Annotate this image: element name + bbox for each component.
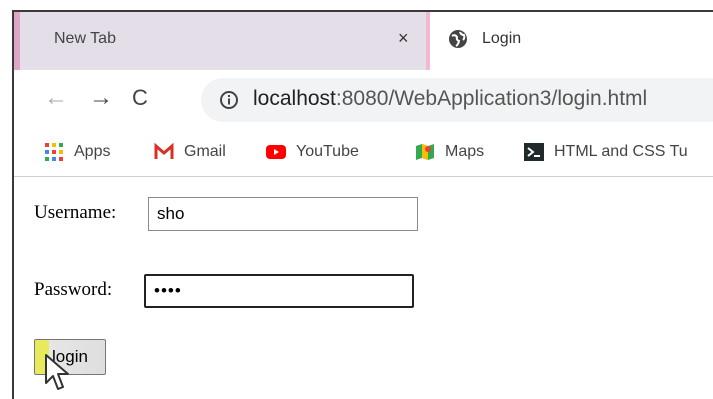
tab-title: New Tab — [54, 30, 116, 47]
url-text[interactable]: localhost:8080/WebApplication3/login.htm… — [253, 87, 647, 111]
close-tab-icon[interactable]: × — [398, 28, 409, 49]
youtube-icon — [266, 145, 286, 159]
bookmark-label: Maps — [445, 143, 485, 160]
bookmark-label: YouTube — [296, 143, 359, 160]
url-path: :8080/WebApplication3/login.html — [335, 87, 648, 110]
terminal-icon — [524, 143, 544, 161]
bookmark-maps[interactable]: Maps — [415, 142, 484, 162]
bookmark-apps[interactable]: Apps — [44, 142, 110, 162]
bookmark-label: HTML and CSS Tu — [554, 143, 688, 160]
reload-button[interactable]: C — [132, 84, 148, 112]
browser-toolbar: ← → C localhost:8080/WebApplication3/log… — [14, 70, 713, 130]
password-label: Password: — [34, 279, 113, 300]
bookmarks-bar: Apps Gmail YouTube Maps HTML and CSS Tu — [14, 130, 713, 177]
bookmark-label: Gmail — [184, 143, 226, 160]
bookmark-label: Apps — [74, 143, 111, 160]
info-icon[interactable] — [219, 90, 239, 110]
bookmark-youtube[interactable]: YouTube — [266, 142, 359, 162]
back-button[interactable]: ← — [44, 84, 68, 112]
forward-button[interactable]: → — [89, 84, 113, 112]
maps-icon — [416, 144, 434, 160]
username-input[interactable] — [148, 197, 418, 231]
username-label: Username: — [34, 202, 117, 223]
tab-title: Login — [482, 30, 522, 47]
apps-grid-icon — [45, 143, 63, 161]
mouse-pointer-icon — [45, 354, 69, 390]
tab-login[interactable]: Login — [426, 12, 713, 70]
page-content: Username: Password: login — [14, 177, 713, 399]
url-host: localhost — [253, 87, 336, 110]
tab-new-tab[interactable]: New Tab × — [14, 12, 424, 70]
bookmark-gmail[interactable]: Gmail — [154, 142, 226, 162]
address-bar[interactable]: localhost:8080/WebApplication3/login.htm… — [201, 78, 713, 122]
browser-window: New Tab × Login ← → C localhost:8080/Web… — [12, 10, 713, 399]
gmail-icon — [154, 142, 174, 159]
tab-strip: New Tab × Login — [14, 12, 713, 70]
globe-icon — [449, 30, 467, 48]
bookmark-html-css[interactable]: HTML and CSS Tu — [524, 142, 688, 162]
password-input[interactable] — [144, 274, 414, 308]
